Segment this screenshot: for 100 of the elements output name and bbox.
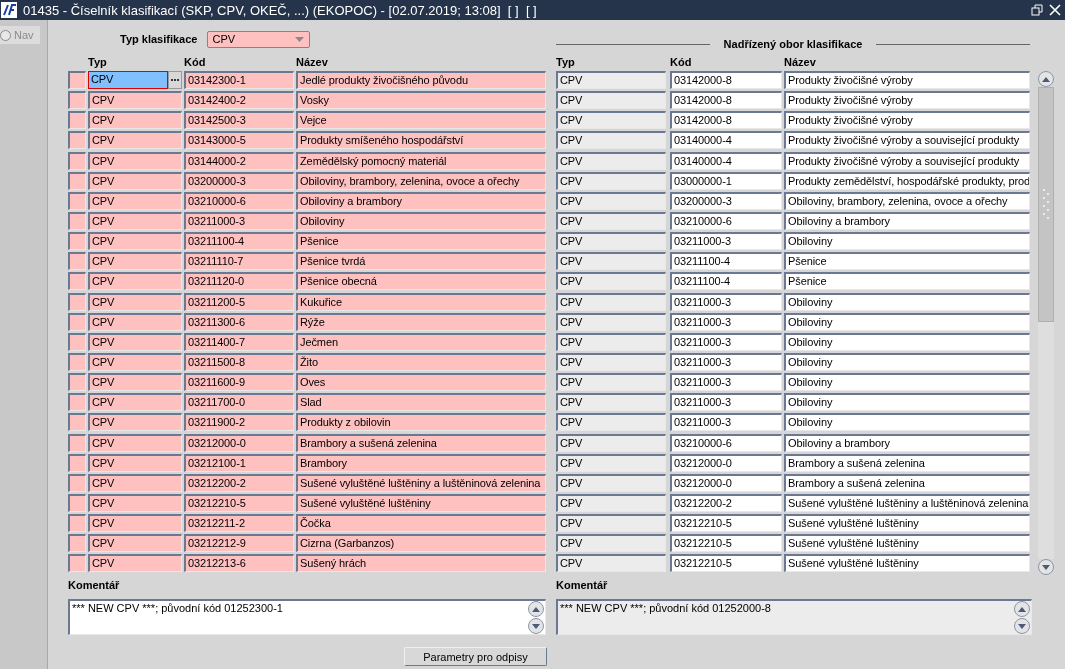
type-field[interactable]: CPV bbox=[88, 191, 182, 210]
parent-name-field[interactable]: Produkty živočišné výroby a související produkty bbox=[784, 151, 1030, 170]
code-field[interactable]: 03212210-5 bbox=[184, 493, 294, 512]
type-field[interactable]: CPV bbox=[88, 534, 182, 553]
code-field[interactable]: 03212213-6 bbox=[184, 554, 294, 573]
type-field[interactable]: CPV bbox=[88, 413, 182, 432]
type-field[interactable]: CPV bbox=[88, 433, 182, 452]
scroll-up-button[interactable] bbox=[1038, 71, 1054, 87]
scroll-down-button[interactable] bbox=[1038, 559, 1054, 575]
name-field[interactable]: Cizrna (Garbanzos) bbox=[296, 534, 546, 553]
record-indicator[interactable] bbox=[68, 554, 86, 573]
name-field[interactable]: Produkty smíšeného hospodářství bbox=[296, 131, 546, 150]
name-field[interactable]: Obiloviny, brambory, zelenina, ovoce a ořechy bbox=[296, 171, 546, 190]
name-field[interactable]: Brambory bbox=[296, 453, 546, 472]
code-field[interactable]: 03142300-1 bbox=[184, 71, 294, 89]
record-indicator[interactable] bbox=[68, 292, 86, 311]
name-field[interactable]: Rýže bbox=[296, 312, 546, 331]
parent-code-field[interactable]: 03212000-0 bbox=[670, 473, 782, 492]
type-field[interactable]: CPV bbox=[88, 151, 182, 170]
parent-code-field[interactable]: 03211100-4 bbox=[670, 272, 782, 291]
code-field[interactable]: 03211200-5 bbox=[184, 292, 294, 311]
parent-code-field[interactable]: 03211000-3 bbox=[670, 292, 782, 311]
type-field[interactable]: CPV bbox=[88, 91, 182, 110]
parent-name-field[interactable]: Sušené vyluštěné luštěniny bbox=[784, 514, 1030, 533]
parent-name-field[interactable]: Produkty živočišné výroby bbox=[784, 111, 1030, 130]
type-field[interactable]: CPV bbox=[88, 373, 182, 392]
type-field[interactable]: CPV bbox=[88, 554, 182, 573]
parent-code-field[interactable]: 03210000-6 bbox=[670, 433, 782, 452]
parent-name-field[interactable]: Produkty živočišné výroby bbox=[784, 91, 1030, 110]
scroll-thumb[interactable] bbox=[1038, 87, 1054, 322]
record-indicator[interactable] bbox=[68, 252, 86, 271]
scrollbar[interactable] bbox=[1038, 71, 1054, 575]
parent-name-field[interactable]: Obiloviny, brambory, zelenina, ovoce a ořechy bbox=[784, 191, 1030, 210]
depreciation-parameters-button[interactable]: Parametry pro odpisy bbox=[404, 647, 547, 666]
name-field[interactable]: Obiloviny a brambory bbox=[296, 191, 546, 210]
restore-icon[interactable] bbox=[1031, 4, 1043, 16]
parent-name-field[interactable]: Obiloviny bbox=[784, 292, 1030, 311]
parent-code-field[interactable]: 03210000-6 bbox=[670, 212, 782, 230]
parent-name-field[interactable]: Obiloviny a brambory bbox=[784, 433, 1030, 452]
type-field[interactable]: CPV bbox=[88, 212, 182, 230]
parent-name-field[interactable]: Sušené vyluštěné luštěniny a luštěninová zelenina bbox=[784, 493, 1030, 512]
record-indicator[interactable] bbox=[68, 212, 86, 230]
record-indicator[interactable] bbox=[68, 272, 86, 291]
code-field[interactable]: 03144000-2 bbox=[184, 151, 294, 170]
record-indicator[interactable] bbox=[68, 312, 86, 331]
name-field[interactable]: Obiloviny bbox=[296, 212, 546, 230]
parent-name-field[interactable]: Obiloviny bbox=[784, 393, 1030, 412]
type-field[interactable]: CPV bbox=[88, 453, 182, 472]
code-field[interactable]: 03211900-2 bbox=[184, 413, 294, 432]
parent-code-field[interactable]: 03140000-4 bbox=[670, 131, 782, 150]
code-field[interactable]: 03211600-9 bbox=[184, 373, 294, 392]
name-field[interactable]: Pšenice obecná bbox=[296, 272, 546, 291]
record-indicator[interactable] bbox=[68, 352, 86, 371]
parent-code-field[interactable]: 03212210-5 bbox=[670, 534, 782, 553]
list-of-values-button[interactable] bbox=[168, 71, 182, 89]
record-indicator[interactable] bbox=[68, 111, 86, 130]
name-field[interactable]: Kukuřice bbox=[296, 292, 546, 311]
name-field[interactable]: Jedlé produkty živočišného původu bbox=[296, 71, 546, 89]
record-indicator[interactable] bbox=[68, 453, 86, 472]
type-field[interactable]: CPV bbox=[88, 473, 182, 492]
name-field[interactable]: Sušené vyluštěné luštěniny bbox=[296, 493, 546, 512]
type-field[interactable]: CPV bbox=[88, 312, 182, 331]
code-field[interactable]: 03211500-8 bbox=[184, 352, 294, 371]
parent-code-field[interactable]: 03212000-0 bbox=[670, 453, 782, 472]
code-field[interactable]: 03211100-4 bbox=[184, 232, 294, 251]
parent-code-field[interactable]: 03211000-3 bbox=[670, 332, 782, 351]
parent-name-field[interactable]: Brambory a sušená zelenina bbox=[784, 473, 1030, 492]
parent-code-field[interactable]: 03211100-4 bbox=[670, 252, 782, 271]
record-indicator[interactable] bbox=[68, 514, 86, 533]
record-indicator[interactable] bbox=[68, 413, 86, 432]
name-field[interactable]: Brambory a sušená zelenina bbox=[296, 433, 546, 452]
parent-code-field[interactable]: 03211000-3 bbox=[670, 312, 782, 331]
type-field[interactable]: CPV bbox=[88, 71, 168, 89]
parent-code-field[interactable]: 03212200-2 bbox=[670, 493, 782, 512]
type-field[interactable]: CPV bbox=[88, 292, 182, 311]
code-field[interactable]: 03200000-3 bbox=[184, 171, 294, 190]
scroll-up-button[interactable] bbox=[528, 601, 544, 617]
code-field[interactable]: 03212000-0 bbox=[184, 433, 294, 452]
parent-code-field[interactable]: 03140000-4 bbox=[670, 151, 782, 170]
code-field[interactable]: 03212211-2 bbox=[184, 514, 294, 533]
record-indicator[interactable] bbox=[68, 493, 86, 512]
record-indicator[interactable] bbox=[68, 393, 86, 412]
record-indicator[interactable] bbox=[68, 373, 86, 392]
name-field[interactable]: Ječmen bbox=[296, 332, 546, 351]
parent-name-field[interactable]: Brambory a sušená zelenina bbox=[784, 453, 1030, 472]
record-indicator[interactable] bbox=[68, 473, 86, 492]
type-field[interactable]: CPV bbox=[88, 352, 182, 371]
code-field[interactable]: 03143000-5 bbox=[184, 131, 294, 150]
code-field[interactable]: 03142400-2 bbox=[184, 91, 294, 110]
type-field[interactable]: CPV bbox=[88, 514, 182, 533]
parent-code-field[interactable]: 03200000-3 bbox=[670, 191, 782, 210]
record-indicator[interactable] bbox=[68, 91, 86, 110]
record-indicator[interactable] bbox=[68, 171, 86, 190]
parent-name-field[interactable]: Obiloviny bbox=[784, 312, 1030, 331]
parent-name-field[interactable]: Produkty živočišné výroby bbox=[784, 71, 1030, 89]
code-field[interactable]: 03211000-3 bbox=[184, 212, 294, 230]
name-field[interactable]: Produkty z obilovin bbox=[296, 413, 546, 432]
record-indicator[interactable] bbox=[68, 131, 86, 150]
parent-name-field[interactable]: Obiloviny a brambory bbox=[784, 212, 1030, 230]
code-field[interactable]: 03212200-2 bbox=[184, 473, 294, 492]
